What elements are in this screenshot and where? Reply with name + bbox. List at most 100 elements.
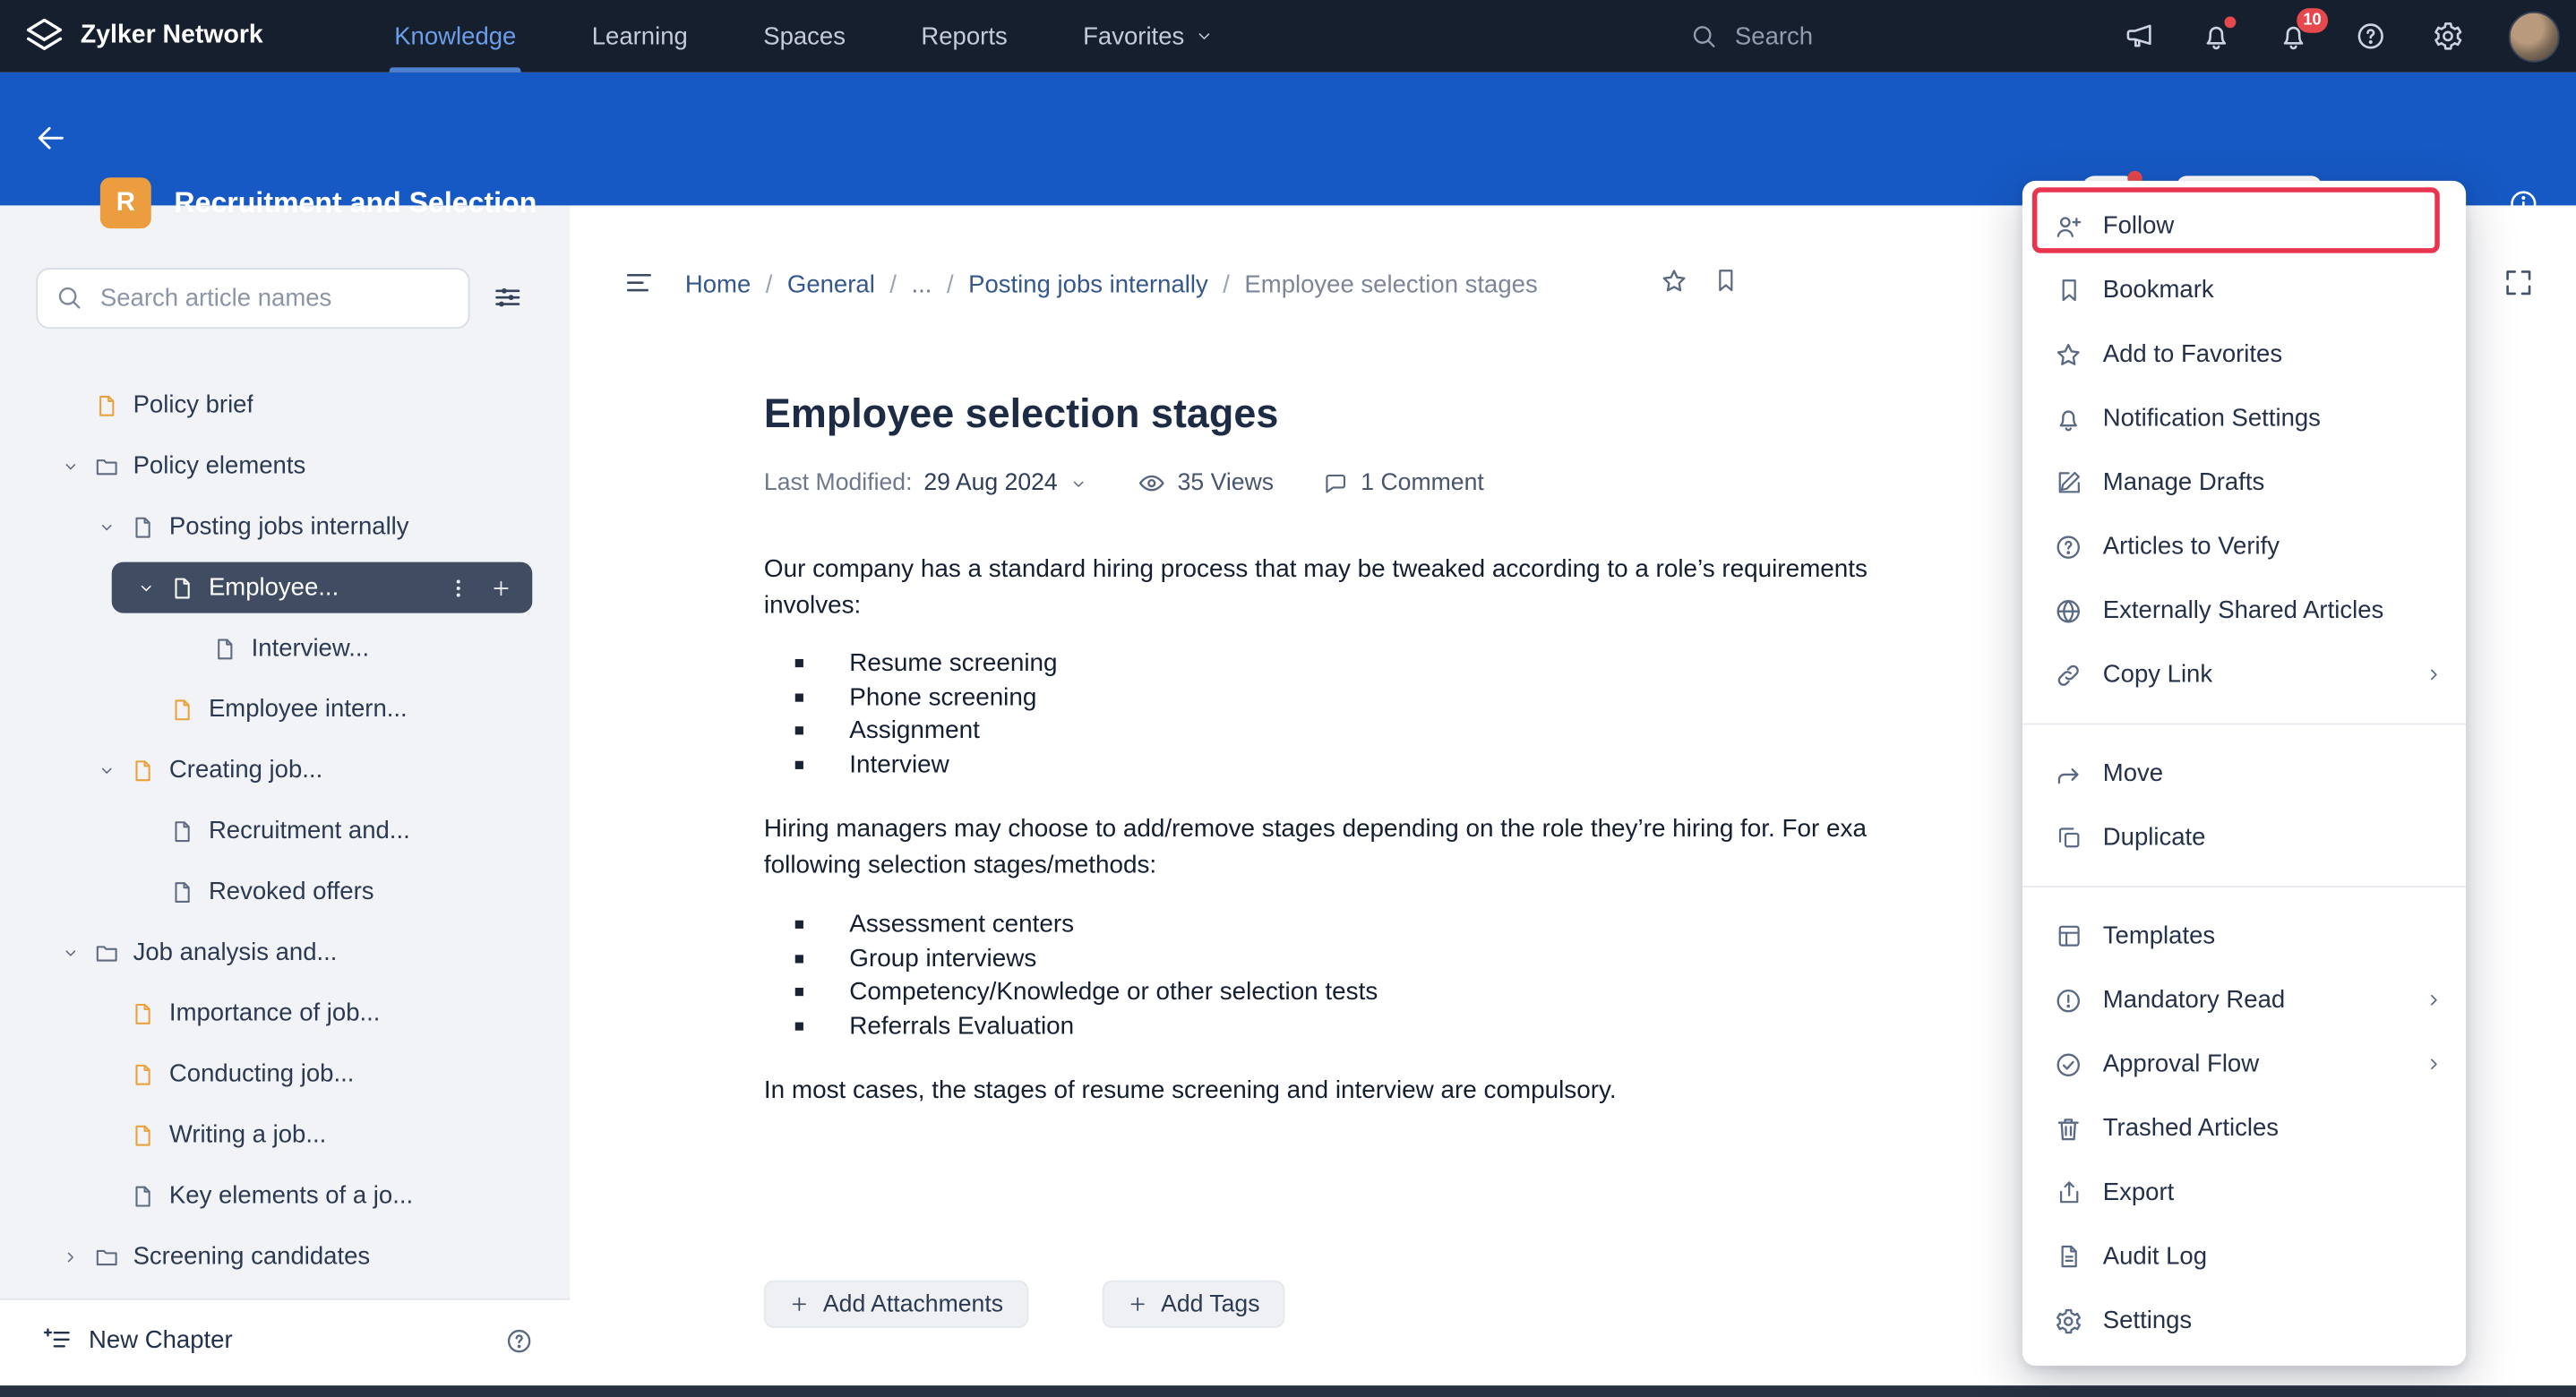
- toc-icon[interactable]: [623, 266, 656, 299]
- chevron-down-icon[interactable]: [92, 755, 122, 784]
- menu-item-approval-flow[interactable]: Approval Flow: [2022, 1033, 2466, 1097]
- add-child-article-icon[interactable]: [490, 576, 513, 599]
- tree-item-label: Creating job...: [168, 756, 323, 784]
- sidebar-item-employee-intern[interactable]: Employee intern...: [0, 679, 570, 740]
- sidebar-help-button[interactable]: [504, 1326, 534, 1356]
- comments-count[interactable]: 1 Comment: [1323, 470, 1484, 496]
- sidebar-item-revoked-offers[interactable]: Revoked offers: [0, 861, 570, 922]
- sidebar-item-screening-candidates[interactable]: Screening candidates: [0, 1226, 570, 1287]
- space-avatar[interactable]: R: [99, 177, 151, 229]
- breadcrumb-posting-jobs[interactable]: Posting jobs internally: [968, 270, 1208, 298]
- chevron-down-icon[interactable]: [56, 938, 85, 967]
- breadcrumb-general[interactable]: General: [787, 270, 875, 298]
- submenu-arrow-icon: [2423, 990, 2444, 1011]
- settings-button[interactable]: [2432, 20, 2465, 53]
- menu-divider: [2022, 723, 2467, 725]
- paragraph-line: Our company has a standard hiring proces…: [763, 555, 1868, 584]
- app-root: Zylker Network Knowledge Learning Spaces…: [0, 0, 2576, 1397]
- menu-item-follow[interactable]: Follow: [2022, 194, 2466, 259]
- sidebar-search-input[interactable]: [36, 268, 470, 330]
- help-button[interactable]: [2354, 20, 2387, 53]
- sidebar-item-policy-brief[interactable]: Policy brief: [0, 374, 570, 435]
- top-navigation-bar: Zylker Network Knowledge Learning Spaces…: [0, 0, 2576, 73]
- menu-item-add-to-favorites[interactable]: Add to Favorites: [2022, 322, 2466, 387]
- menu-item-templates[interactable]: Templates: [2022, 904, 2466, 968]
- tree-filter-button[interactable]: [491, 281, 524, 314]
- views-label: 35 Views: [1177, 469, 1275, 497]
- chevron-slot: [92, 1181, 122, 1211]
- menu-item-duplicate[interactable]: Duplicate: [2022, 805, 2466, 870]
- audit-doc-icon: [2054, 1242, 2083, 1272]
- menu-item-externally-shared-articles[interactable]: Externally Shared Articles: [2022, 579, 2466, 643]
- menu-item-manage-drafts[interactable]: Manage Drafts: [2022, 450, 2466, 515]
- menu-item-mandatory-read[interactable]: Mandatory Read: [2022, 968, 2466, 1033]
- menu-item-label: Move: [2102, 758, 2164, 788]
- bullet-marker: [794, 920, 803, 929]
- tree-item-label: Writing a job...: [168, 1120, 327, 1149]
- list-item: Interview: [794, 749, 1058, 783]
- menu-item-label: Trashed Articles: [2102, 1114, 2280, 1143]
- menu-item-articles-to-verify[interactable]: Articles to Verify: [2022, 514, 2466, 579]
- menu-item-settings[interactable]: Settings: [2022, 1289, 2466, 1353]
- menu-item-audit-log[interactable]: Audit Log: [2022, 1224, 2466, 1289]
- user-avatar[interactable]: [2508, 10, 2560, 62]
- list-item: Phone screening: [794, 680, 1058, 714]
- chevron-down-icon[interactable]: [56, 451, 85, 481]
- sidebar-item-recruitment-and[interactable]: Recruitment and...: [0, 801, 570, 861]
- global-search[interactable]: Search: [1689, 0, 1813, 73]
- sidebar-item-creating-job[interactable]: Creating job...: [0, 740, 570, 801]
- announcements-button[interactable]: [2123, 20, 2156, 53]
- chevron-down-icon[interactable]: [92, 512, 122, 542]
- back-button[interactable]: [33, 120, 69, 156]
- menu-divider: [2022, 886, 2467, 888]
- notifications-button[interactable]: 10: [2277, 8, 2329, 53]
- menu-item-export[interactable]: Export: [2022, 1161, 2466, 1225]
- menu-item-copy-link[interactable]: Copy Link: [2022, 643, 2466, 707]
- nav-item-reports[interactable]: Reports: [921, 0, 1007, 73]
- sidebar-item-policy-elements[interactable]: Policy elements: [0, 435, 570, 496]
- sidebar-item-posting-jobs-internally[interactable]: Posting jobs internally: [0, 496, 570, 557]
- bookmark-icon[interactable]: [1712, 266, 1739, 294]
- red-dot-indicator: [2224, 16, 2237, 29]
- circle-check-icon: [2054, 1050, 2083, 1079]
- bullet-marker: [794, 658, 803, 667]
- chevron-right-icon[interactable]: [56, 1242, 85, 1272]
- fullscreen-icon[interactable]: [2502, 266, 2535, 299]
- menu-item-label: Audit Log: [2102, 1242, 2208, 1271]
- article-title: Employee selection stages: [763, 392, 1279, 438]
- add-attachments-button[interactable]: Add Attachments: [763, 1280, 1028, 1328]
- chevron-down-icon[interactable]: [132, 573, 161, 603]
- menu-item-bookmark[interactable]: Bookmark: [2022, 258, 2466, 322]
- breadcrumb-ellipsis[interactable]: ...: [911, 270, 932, 298]
- tree-item-label: Employee...: [208, 573, 339, 602]
- link-icon: [2054, 660, 2083, 690]
- nav-item-knowledge[interactable]: Knowledge: [389, 0, 522, 73]
- sidebar-item-writing-a-job[interactable]: Writing a job...: [0, 1104, 570, 1165]
- sidebar-item-conducting-job[interactable]: Conducting job...: [0, 1043, 570, 1104]
- sidebar-item-employee-selected[interactable]: Employee...: [111, 561, 533, 613]
- brand[interactable]: Zylker Network: [23, 0, 263, 73]
- sidebar-item-key-elements[interactable]: Key elements of a jo...: [0, 1165, 570, 1226]
- menu-item-trashed-articles[interactable]: Trashed Articles: [2022, 1096, 2466, 1161]
- nav-item-spaces[interactable]: Spaces: [763, 0, 846, 73]
- list-item-text: Phone screening: [849, 682, 1037, 712]
- paragraph-line: In most cases, the stages of resume scre…: [763, 1076, 1617, 1105]
- nav-item-learning[interactable]: Learning: [592, 0, 688, 73]
- new-chapter-button[interactable]: New Chapter: [43, 1324, 233, 1354]
- reminders-button[interactable]: [2200, 16, 2237, 53]
- breadcrumb-home[interactable]: Home: [685, 270, 751, 298]
- item-more-actions-icon[interactable]: [447, 576, 470, 599]
- sidebar-item-interview[interactable]: Interview...: [0, 618, 570, 679]
- sidebar-item-job-analysis[interactable]: Job analysis and...: [0, 922, 570, 983]
- last-modified[interactable]: Last Modified: 29 Aug 2024: [764, 470, 1087, 496]
- info-button[interactable]: [2507, 187, 2540, 220]
- primary-nav: Knowledge Learning Spaces Reports Favori…: [389, 0, 1214, 73]
- tree-item-label: Recruitment and...: [208, 817, 410, 845]
- nav-item-favorites[interactable]: Favorites: [1083, 0, 1214, 73]
- sidebar-item-importance-of-job[interactable]: Importance of job...: [0, 983, 570, 1044]
- favorite-star-icon[interactable]: [1660, 266, 1689, 296]
- chevron-slot: [92, 998, 122, 1028]
- add-tags-button[interactable]: Add Tags: [1102, 1280, 1285, 1328]
- menu-item-move[interactable]: Move: [2022, 741, 2466, 806]
- menu-item-notification-settings[interactable]: Notification Settings: [2022, 386, 2466, 450]
